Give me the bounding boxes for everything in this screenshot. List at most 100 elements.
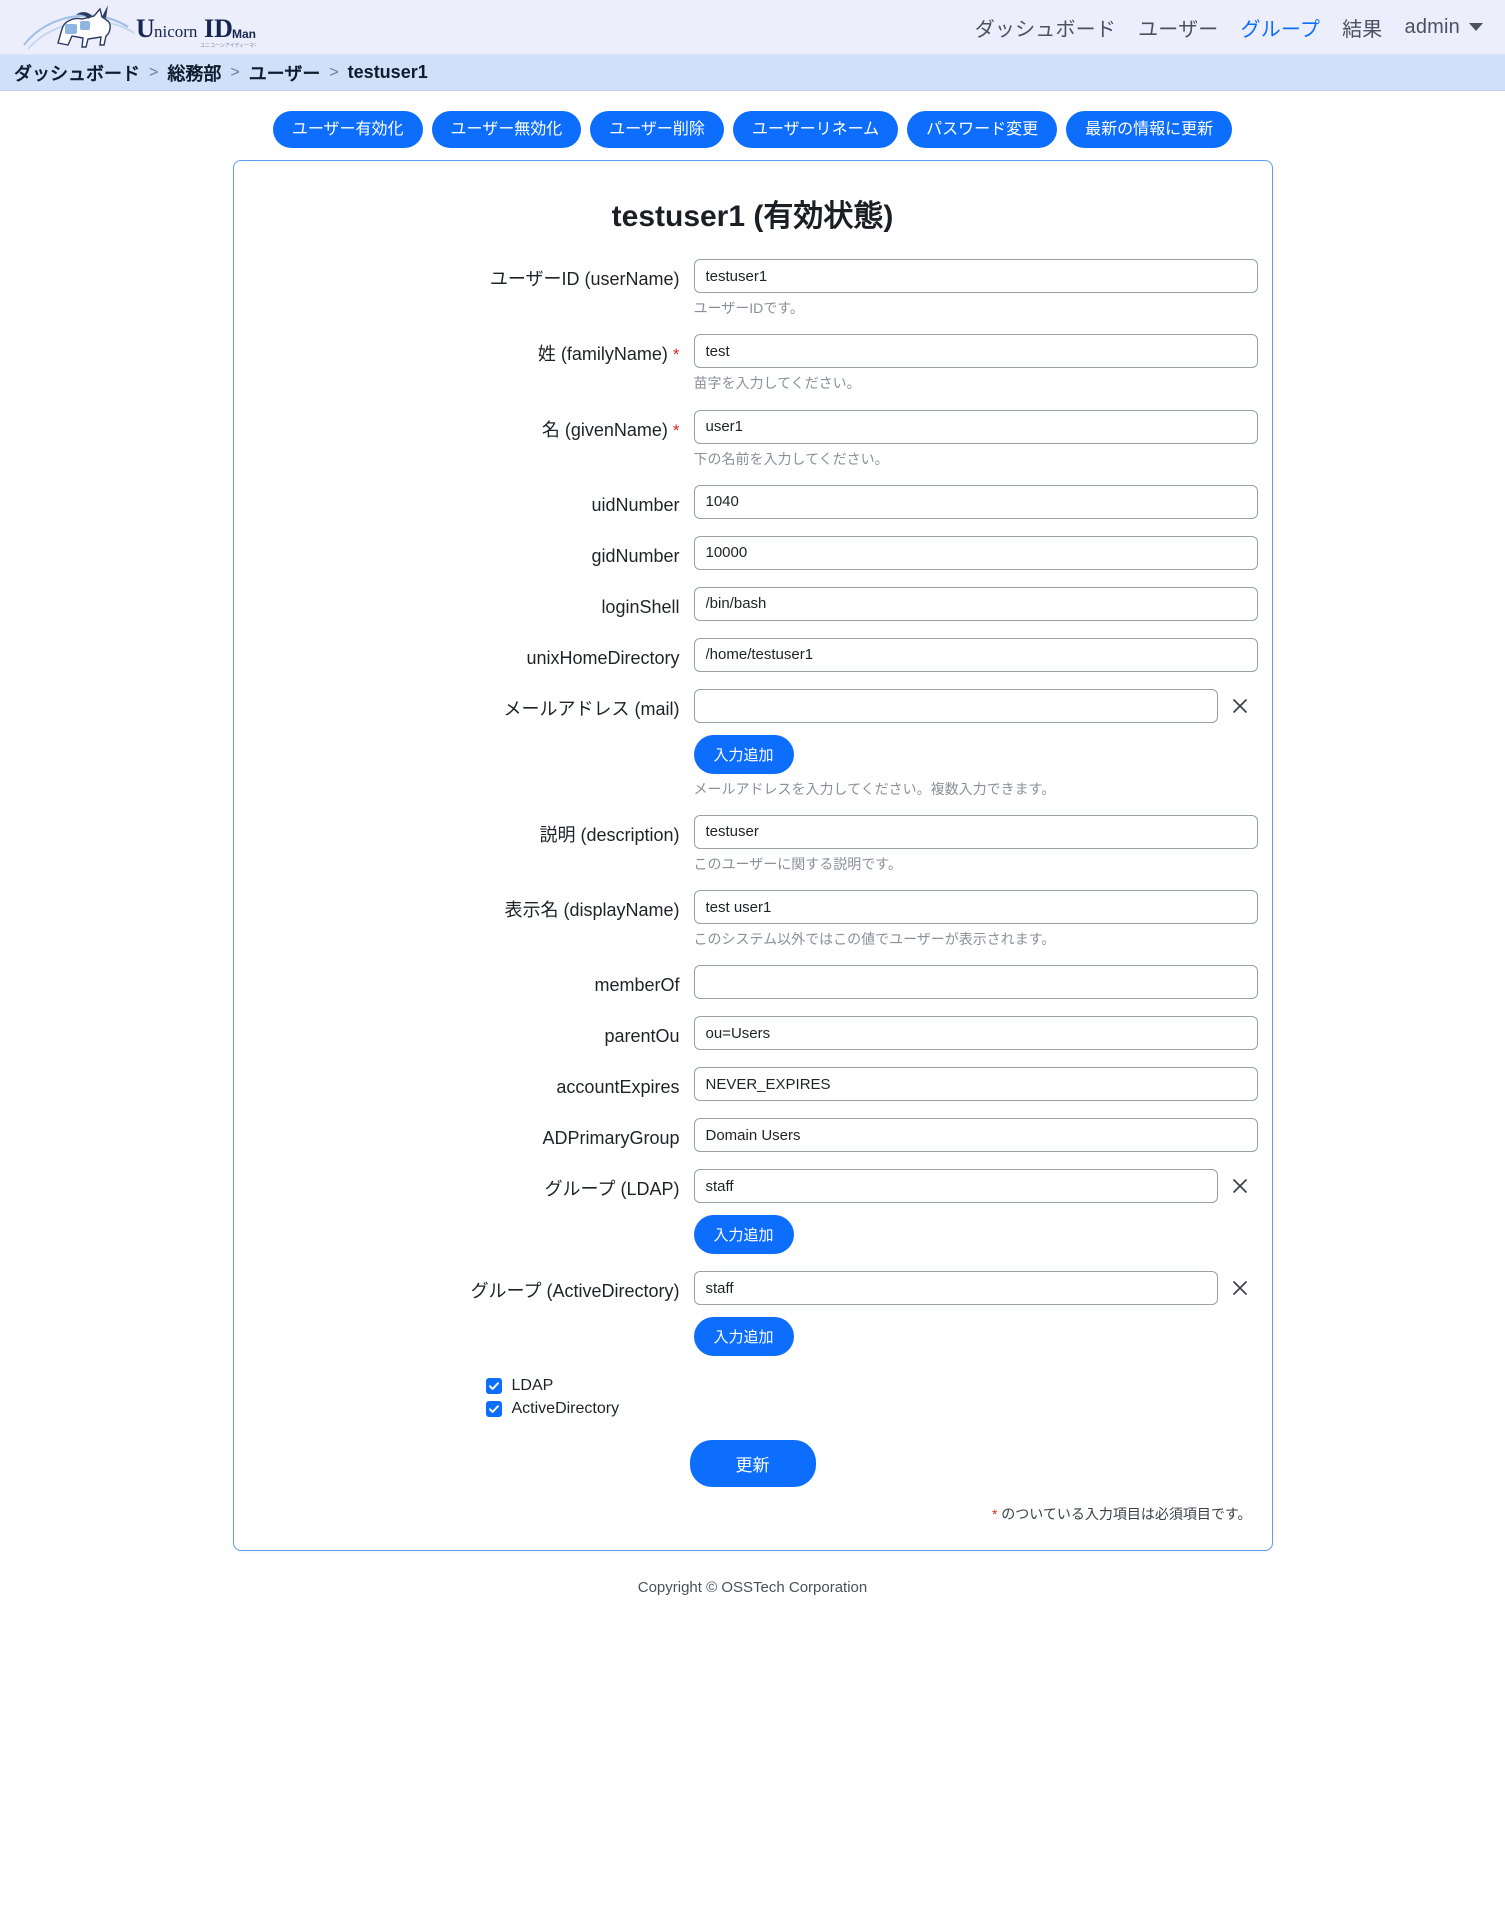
field-input[interactable] (693, 1067, 1258, 1102)
update-button[interactable]: 更新 (689, 1440, 816, 1488)
breadcrumb-item-users[interactable]: ユーザー (249, 60, 321, 86)
field-input[interactable] (693, 259, 1258, 294)
field-input[interactable] (693, 1016, 1258, 1051)
field-label: グループ (ActiveDirectory) (234, 1271, 694, 1303)
chevron-down-icon (1469, 23, 1483, 31)
field-column (693, 1067, 1258, 1102)
field-column: このシステム以外ではこの値でユーザーが表示されます。 (693, 890, 1258, 948)
field-column: 下の名前を入力してください。 (693, 409, 1258, 468)
nav-item-results[interactable]: 結果 (1342, 13, 1382, 42)
checkbox-row-ldap[interactable]: LDAP (485, 1377, 1272, 1395)
field-help-text: このシステム以外ではこの値でユーザーが表示されます。 (693, 931, 1056, 948)
input-line (693, 1016, 1258, 1051)
input-line (693, 814, 1258, 849)
ldap-checkbox-label[interactable]: LDAP (512, 1377, 554, 1395)
input-line (693, 1067, 1258, 1102)
refresh-button[interactable]: 最新の情報に更新 (1066, 111, 1233, 149)
form-row: 説明 (description) このユーザーに関する説明です。 (234, 814, 1272, 873)
field-input[interactable] (693, 484, 1258, 519)
field-label-text: parentOu (604, 1026, 680, 1047)
field-label-text: accountExpires (556, 1077, 680, 1098)
field-help-text: 下の名前を入力してください。 (693, 450, 889, 467)
remove-entry-icon[interactable] (1222, 1169, 1258, 1203)
field-input[interactable] (693, 637, 1258, 672)
nav-item-groups[interactable]: グループ (1241, 13, 1321, 42)
check-icon (488, 1405, 499, 1414)
field-column: 苗字を入力してください。 (693, 334, 1258, 392)
rename-user-button[interactable]: ユーザーリネーム (732, 111, 899, 149)
submit-area: 更新 (234, 1440, 1272, 1488)
enable-user-button[interactable]: ユーザー有効化 (272, 111, 423, 149)
field-label: 説明 (description) (234, 815, 694, 847)
breadcrumb-item-dashboard[interactable]: ダッシュボード (14, 60, 140, 86)
field-label-text: グループ (ActiveDirectory) (470, 1281, 680, 1302)
primary-nav: ダッシュボード ユーザー グループ 結果 admin (975, 13, 1483, 42)
input-line (693, 586, 1258, 621)
field-label: uidNumber (234, 485, 694, 517)
remove-entry-icon[interactable] (1222, 1271, 1258, 1305)
required-star: * (672, 345, 680, 365)
form-row: ユーザーID (userName) ユーザーIDです。 (234, 259, 1272, 317)
disable-user-button[interactable]: ユーザー無効化 (431, 111, 582, 149)
add-entry-button[interactable]: 入力追加 (693, 1215, 794, 1255)
field-input[interactable] (693, 814, 1258, 849)
activedirectory-checkbox-label[interactable]: ActiveDirectory (512, 1400, 620, 1418)
add-entry-button[interactable]: 入力追加 (693, 1317, 794, 1357)
svg-text:ID: ID (204, 14, 233, 43)
field-help-text: 苗字を入力してください。 (693, 375, 861, 392)
top-navbar: U nicorn ID Manager ユニコーンアイディーマネージャー ダッシ… (0, 0, 1505, 55)
remove-entry-icon[interactable] (1222, 689, 1258, 723)
required-star: * (672, 420, 680, 440)
input-line (693, 890, 1258, 925)
field-column (693, 637, 1258, 672)
svg-text:Manager: Manager (232, 27, 256, 41)
input-line (693, 965, 1258, 1000)
nav-item-users[interactable]: ユーザー (1138, 13, 1218, 42)
field-label-text: メールアドレス (mail) (503, 698, 680, 719)
field-label-text: グループ (LDAP) (544, 1179, 680, 1200)
directory-targets: LDAP ActiveDirectory (234, 1373, 1272, 1418)
input-line (693, 409, 1258, 444)
change-password-button[interactable]: パスワード変更 (907, 111, 1058, 149)
field-input[interactable] (693, 334, 1258, 369)
field-help-text: ユーザーIDです。 (693, 300, 804, 317)
field-column: 入力追加メールアドレスを入力してください。複数入力できます。 (693, 688, 1258, 798)
form-row: グループ (LDAP) 入力追加 (234, 1169, 1272, 1255)
field-input[interactable] (693, 965, 1258, 1000)
form-row: gidNumber (234, 535, 1272, 570)
field-input[interactable] (693, 409, 1258, 444)
required-note-text: のついている入力項目は必須項目です。 (997, 1506, 1252, 1523)
field-column (693, 535, 1258, 570)
field-column: 入力追加 (693, 1169, 1258, 1255)
field-column: ユーザーIDです。 (693, 259, 1258, 317)
field-input[interactable] (693, 1169, 1218, 1204)
form-row: 名 (givenName)* 下の名前を入力してください。 (234, 409, 1272, 468)
breadcrumb-item-department[interactable]: 総務部 (167, 60, 221, 86)
input-line (693, 535, 1258, 570)
delete-user-button[interactable]: ユーザー削除 (590, 111, 724, 149)
svg-text:U: U (136, 14, 155, 43)
field-input[interactable] (693, 1271, 1218, 1306)
field-input[interactable] (693, 688, 1218, 723)
activedirectory-checkbox[interactable] (485, 1401, 502, 1418)
add-entry-button[interactable]: 入力追加 (693, 734, 794, 774)
field-label: parentOu (234, 1016, 694, 1048)
brand-logo-link[interactable]: U nicorn ID Manager ユニコーンアイディーマネージャー (18, 1, 256, 53)
field-input[interactable] (693, 1118, 1258, 1153)
footer-copyright: Copyright © OSSTech Corporation (637, 1579, 868, 1597)
field-column (693, 1016, 1258, 1051)
field-input[interactable] (693, 890, 1258, 925)
input-line (693, 334, 1258, 369)
field-label: 表示名 (displayName) (234, 890, 694, 922)
field-input[interactable] (693, 535, 1258, 570)
form-row: accountExpires (234, 1067, 1272, 1102)
ldap-checkbox[interactable] (485, 1378, 502, 1395)
nav-item-dashboard[interactable]: ダッシュボード (975, 13, 1116, 42)
user-menu[interactable]: admin (1405, 16, 1483, 39)
field-column (693, 586, 1258, 621)
input-line (693, 1169, 1258, 1204)
breadcrumb: ダッシュボード > 総務部 > ユーザー > testuser1 (0, 55, 1505, 91)
field-help-text: メールアドレスを入力してください。複数入力できます。 (693, 780, 1056, 797)
checkbox-row-activedirectory[interactable]: ActiveDirectory (485, 1400, 1272, 1418)
field-input[interactable] (693, 586, 1258, 621)
